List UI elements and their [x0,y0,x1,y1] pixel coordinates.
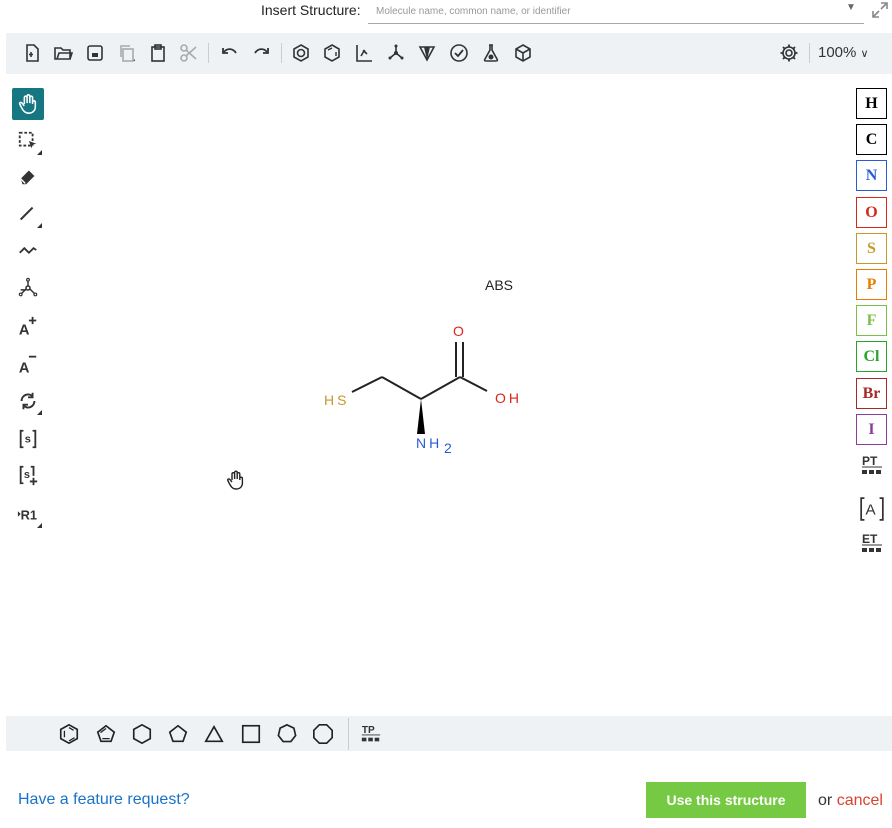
select-tool-icon[interactable] [12,125,44,157]
svg-text:s: s [25,434,31,446]
cyclobutane-template-icon[interactable] [239,722,263,746]
hand-cursor-icon [226,470,244,490]
nh2-label: NH [416,435,442,451]
open-folder-icon[interactable] [51,41,75,65]
bond-c-o-double[interactable] [455,342,464,377]
cyclopentadiene-template-icon[interactable] [94,722,118,746]
atom-i-button[interactable]: I [856,414,887,445]
wedge-bond[interactable] [417,399,425,434]
cycloheptane-template-icon[interactable] [275,722,299,746]
any-atom-label: A [866,501,877,518]
expand-icon[interactable] [870,0,890,20]
zoom-value: 100% [818,44,857,61]
bond-s-c[interactable] [351,376,383,393]
bottom-toolbar: TP [6,716,892,751]
analyze-icon[interactable] [479,41,503,65]
extended-table-icon[interactable]: ET [857,528,887,558]
benzene-template-icon[interactable] [57,722,81,746]
insert-structure-row: Insert Structure: ▼ [0,0,892,28]
eraser-icon[interactable] [12,160,44,192]
nh2-subscript: 2 [444,440,452,456]
atom-cl-button[interactable]: Cl [856,341,887,372]
toolbar-divider [281,43,282,63]
charge-plus-icon[interactable]: A [12,310,44,342]
save-icon[interactable] [83,41,107,65]
atom-o-button[interactable]: O [856,197,887,228]
chevron-down-icon: ∨ [860,48,869,60]
redo-icon[interactable] [249,41,273,65]
periodic-table-icon[interactable]: PT [857,450,887,480]
sgroup-plus-icon[interactable]: s [12,459,44,491]
abs-label: ABS [485,277,513,293]
zoom-select[interactable]: 100% ∨ [818,44,869,61]
atom-p-button[interactable]: P [856,269,887,300]
charge-minus-icon[interactable]: A [12,348,44,380]
ketcher-editor: Insert Structure: ▼ [0,0,892,828]
any-atom-icon[interactable]: A [857,494,887,524]
template-library-label: TP [362,725,375,736]
atom-n-button[interactable]: N [856,160,887,191]
aromatize-icon[interactable] [289,41,313,65]
cyclohexane-template-icon[interactable] [130,722,154,746]
insert-structure-label: Insert Structure: [261,2,361,18]
cyclopentane-template-icon[interactable] [166,722,190,746]
bond-c-oh[interactable] [459,376,488,392]
bond-ca-c[interactable] [420,376,461,400]
drawing-canvas[interactable]: ABS HS O OH NH 2 [50,74,850,714]
bond-c-ca[interactable] [381,376,422,400]
new-document-icon[interactable] [20,41,44,65]
sh-label: HS [324,392,349,408]
atom-s-button[interactable]: S [856,233,887,264]
stereo-icon[interactable] [415,41,439,65]
svg-text:R1: R1 [21,508,37,523]
template-library-icon[interactable]: TP [359,722,383,746]
atom-f-button[interactable]: F [856,305,887,336]
extended-table-label: ET [862,532,878,546]
3d-view-icon[interactable] [511,41,535,65]
toolbar-divider [348,718,349,750]
settings-icon[interactable] [777,41,801,65]
o-label: O [453,323,464,339]
dropdown-caret-icon[interactable]: ▼ [846,2,856,13]
oh-label: OH [495,390,522,406]
rgroup-icon[interactable]: R1 [12,498,44,530]
layout-icon[interactable] [352,41,376,65]
atom-c-button[interactable]: C [856,124,887,155]
cut-icon[interactable] [177,41,201,65]
hand-tool-icon[interactable] [12,88,44,120]
toolbar-divider [809,43,810,63]
svg-text:A: A [19,322,30,337]
cyclopropane-template-icon[interactable] [202,722,226,746]
copy-icon[interactable] [115,41,139,65]
bond-tool-icon[interactable] [12,198,44,230]
right-toolbar: H C N O S P F Cl Br I PT A ET [855,88,889,568]
periodic-table-label: PT [862,454,878,468]
use-structure-button[interactable]: Use this structure [646,782,806,818]
paste-icon[interactable] [146,41,170,65]
atom-br-button[interactable]: Br [856,378,887,409]
insert-structure-input[interactable] [368,0,864,24]
svg-text:A: A [19,360,30,375]
template-tool-icon[interactable] [12,272,44,304]
top-toolbar: 100% ∨ [6,33,892,74]
undo-icon[interactable] [218,41,242,65]
left-toolbar: A A s s R1 [10,86,50,536]
svg-text:s: s [24,469,30,481]
dearomatize-icon[interactable] [320,41,344,65]
atom-h-button[interactable]: H [856,88,887,119]
feature-request-link[interactable]: Have a feature request? [18,791,190,809]
toolbar-divider [208,43,209,63]
or-cancel-text: or cancel [818,792,883,810]
or-label: or [818,792,833,809]
check-icon[interactable] [447,41,471,65]
clean-icon[interactable] [384,41,408,65]
chain-tool-icon[interactable] [12,234,44,266]
cyclooctane-template-icon[interactable] [311,722,335,746]
cancel-link[interactable]: cancel [837,792,883,809]
sgroup-icon[interactable]: s [12,423,44,455]
footer: Have a feature request? Use this structu… [0,752,892,828]
rotate-tool-icon[interactable] [12,385,44,417]
